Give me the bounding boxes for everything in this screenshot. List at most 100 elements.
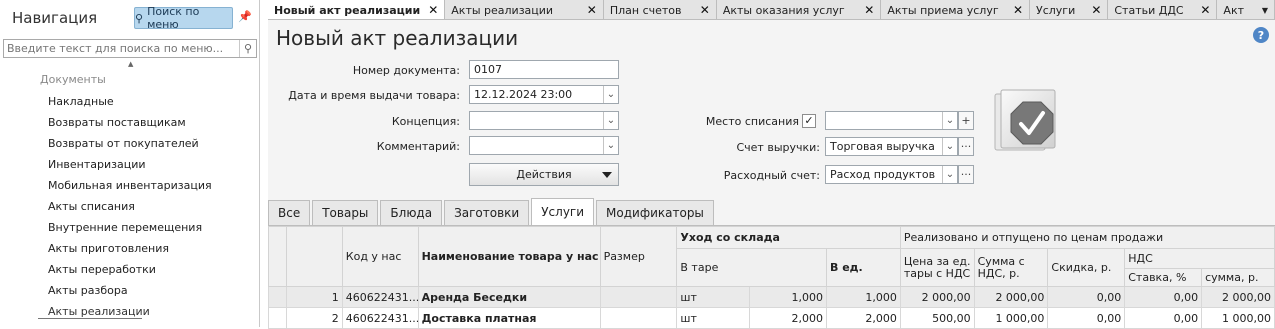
cell-price[interactable]: 500,00	[899, 307, 975, 329]
cell-name[interactable]: Аренда Беседки	[417, 286, 601, 308]
writeoff-checkbox[interactable]: ✓	[802, 114, 816, 128]
search-icon[interactable]: ⚲	[239, 40, 256, 57]
cell-sum[interactable]: 1 000,00	[973, 307, 1049, 329]
menu-search-input[interactable]	[4, 40, 236, 57]
column-header-price[interactable]: Цена за ед. тары с НДС	[899, 248, 975, 287]
nav-item-inventarizatsii[interactable]: Инвентаризации	[48, 157, 212, 178]
revenue-select[interactable]: Торговая выручка ⌄	[825, 137, 958, 156]
nav-item-vozvraty-ot-pokupateley[interactable]: Возвраты от покупателей	[48, 136, 212, 157]
tab-preparations[interactable]: Заготовки	[444, 200, 530, 225]
cell-qty[interactable]: 2,000	[749, 307, 827, 329]
more-button[interactable]: ···	[958, 165, 974, 184]
cell-vat-rate[interactable]: 0,00	[1124, 307, 1203, 329]
cell-units[interactable]: 2,000	[826, 307, 901, 329]
close-icon[interactable]: ✕	[1013, 3, 1023, 17]
cell-code[interactable]: 460622431...	[341, 286, 419, 308]
chevron-down-icon[interactable]: ⌄	[603, 137, 618, 154]
nav-item-processing-acts[interactable]: Акты переработки	[48, 262, 212, 283]
tab-modifiers[interactable]: Модификаторы	[596, 200, 714, 225]
nav-item-writeoff-acts[interactable]: Акты списания	[48, 199, 212, 220]
expense-select[interactable]: Расход продуктов ⌄	[825, 165, 958, 184]
close-icon[interactable]: ✕	[864, 3, 874, 17]
column-header-vat-rate[interactable]: Ставка, %	[1124, 268, 1203, 287]
nav-section-documents[interactable]: Документы	[40, 73, 106, 86]
tab-dishes[interactable]: Блюда	[380, 200, 443, 225]
column-header-size[interactable]: Размер	[599, 226, 678, 287]
tab-chart-of-accounts[interactable]: План счетов ✕	[603, 0, 717, 19]
column-header-discount[interactable]: Скидка, р.	[1047, 248, 1126, 287]
cell-discount[interactable]: 0,00	[1047, 307, 1126, 329]
tab-all[interactable]: Все	[268, 200, 311, 225]
main-area: Новый акт реализации ✕ Акты реализации ✕ П…	[267, 0, 1275, 329]
cell-vat-rate[interactable]: 0,00	[1124, 286, 1203, 308]
tab-service-receipt-acts[interactable]: Акты приема услуг ✕	[881, 0, 1031, 19]
nav-item-vozvraty-postavshchikam[interactable]: Возвраты поставщикам	[48, 115, 212, 136]
actions-button[interactable]: Действия	[469, 163, 619, 186]
tab-services[interactable]: Услуги	[531, 198, 595, 225]
tab-sales-acts[interactable]: Акты реализации ✕	[445, 0, 604, 19]
nav-title: Навигация	[12, 9, 98, 27]
cell-qty[interactable]: 1,000	[749, 286, 827, 308]
tab-label: Услуги	[1036, 3, 1076, 17]
doc-number-field[interactable]: 0107	[469, 60, 619, 79]
column-header-name[interactable]: Наименование товара у нас	[417, 226, 601, 287]
cell-vat-sum[interactable]: 1 000,00	[1201, 307, 1275, 329]
comment-field[interactable]: ⌄	[469, 136, 619, 155]
help-icon[interactable]: ?	[1253, 27, 1269, 43]
close-icon[interactable]: ✕	[1200, 3, 1210, 17]
cell-discount[interactable]: 0,00	[1047, 286, 1126, 308]
more-button[interactable]: ···	[958, 137, 974, 156]
actions-button-label: Действия	[516, 168, 572, 181]
tab-goods[interactable]: Товары	[312, 200, 379, 225]
table-row[interactable]: 1 460622431... Аренда Беседки шт 1,000 1…	[267, 286, 1275, 308]
chevron-down-icon[interactable]: ⌄	[603, 112, 618, 129]
collapse-up-icon[interactable]: ▲	[128, 60, 133, 68]
revenue-label: Счет выручки:	[736, 141, 820, 154]
column-header-vat-sum[interactable]: сумма, р.	[1201, 268, 1275, 287]
writeoff-select[interactable]: ⌄	[825, 111, 958, 130]
cell-sum[interactable]: 2 000,00	[973, 286, 1049, 308]
cell-code[interactable]: 460622431...	[341, 307, 419, 329]
tab-new-sales-act[interactable]: Новый акт реализации ✕	[268, 0, 446, 19]
chevron-down-icon[interactable]: ⌄	[942, 112, 957, 129]
cell-unit[interactable]: шт	[676, 307, 751, 329]
close-icon[interactable]: ✕	[700, 3, 710, 17]
pin-icon[interactable]: 📌	[238, 10, 252, 23]
tab-services[interactable]: Услуги ✕	[1030, 0, 1109, 19]
cell-vat-sum[interactable]: 2 000,00	[1201, 286, 1275, 308]
nav-item-production-acts[interactable]: Акты приготовления	[48, 241, 212, 262]
date-field[interactable]: 12.12.2024 23:00 ⌄	[469, 85, 619, 104]
nav-item-internal-transfers[interactable]: Внутренние перемещения	[48, 220, 212, 241]
column-header-in-pack[interactable]: В таре	[676, 248, 827, 287]
column-header-in-units[interactable]: В ед.	[826, 248, 901, 287]
tabs-dropdown-icon[interactable]: ▼	[1262, 6, 1268, 15]
chevron-down-icon[interactable]: ⌄	[942, 166, 957, 183]
tab-cashflow-items[interactable]: Статьи ДДС ✕	[1108, 0, 1218, 19]
add-button[interactable]: +	[958, 111, 974, 130]
cell-name[interactable]: Доставка платная	[417, 307, 601, 329]
cell-units[interactable]: 1,000	[826, 286, 901, 308]
column-header-code[interactable]: Код у нас	[341, 226, 419, 287]
cell-price[interactable]: 2 000,00	[899, 286, 975, 308]
close-icon[interactable]: ✕	[1091, 3, 1101, 17]
cell-unit[interactable]: шт	[676, 286, 751, 308]
column-header-sum-vat[interactable]: Сумма с НДС, р.	[973, 248, 1049, 287]
tab-service-acts[interactable]: Акты оказания услуг ✕	[716, 0, 882, 19]
row-selector[interactable]	[267, 286, 288, 308]
chevron-down-icon[interactable]: ⌄	[603, 86, 618, 103]
nav-item-sales-acts[interactable]: Акты реализации	[48, 304, 212, 325]
nav-item-disassembly-acts[interactable]: Акты разбора	[48, 283, 212, 304]
table-row[interactable]: 2 460622431... Доставка платная шт 2,000…	[267, 307, 1275, 329]
active-item-underline	[38, 318, 142, 319]
close-icon[interactable]: ✕	[587, 3, 597, 17]
menu-search-button[interactable]: ⚲ Поиск по меню	[134, 5, 233, 31]
close-icon[interactable]: ✕	[428, 3, 438, 17]
row-selector[interactable]	[267, 307, 288, 329]
concept-select[interactable]: ⌄	[469, 111, 619, 130]
cell-size[interactable]	[599, 307, 678, 329]
cell-size[interactable]	[599, 286, 678, 308]
chevron-down-icon[interactable]: ⌄	[942, 138, 957, 155]
nav-item-mobile-inventory[interactable]: Мобильная инвентаризация	[48, 178, 212, 199]
tab-act[interactable]: Акт ▼	[1217, 0, 1275, 19]
nav-item-nakladnye[interactable]: Накладные	[48, 94, 212, 115]
